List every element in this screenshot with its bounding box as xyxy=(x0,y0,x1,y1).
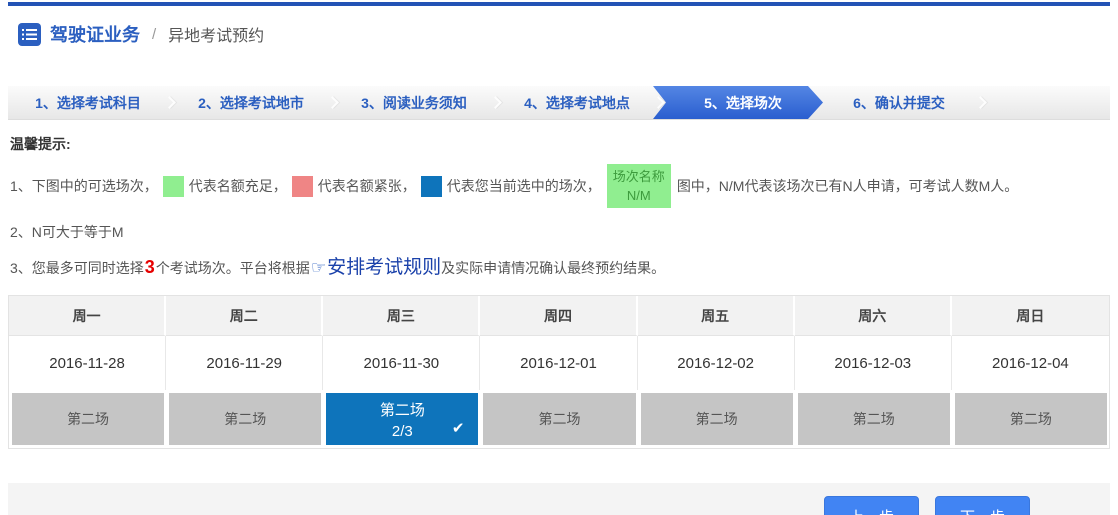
chevron-right-icon xyxy=(326,96,339,109)
check-icon: ✔ xyxy=(452,419,465,437)
list-icon xyxy=(18,23,41,46)
next-step-button[interactable]: 下一步 xyxy=(935,496,1030,515)
session-calendar: 周一 周二 周三 周四 周五 周六 周日 2016-11-28 2016-11-… xyxy=(8,295,1110,449)
weekday-header: 周一 xyxy=(9,296,166,336)
weekday-header: 周四 xyxy=(480,296,637,336)
session-cell-sat[interactable]: 第二场 xyxy=(798,393,950,445)
chevron-right-icon xyxy=(163,96,176,109)
date-row: 2016-11-28 2016-11-29 2016-11-30 2016-12… xyxy=(9,336,1109,390)
tips-line-1: 1、下图中的可选场次， 代表名额充足， 代表名额紧张， 代表您当前选中的场次， … xyxy=(10,164,1108,208)
legend-red-swatch xyxy=(292,176,313,197)
session-cell-sun[interactable]: 第二场 xyxy=(955,393,1107,445)
legend-blue-swatch xyxy=(421,176,442,197)
weekday-header-row: 周一 周二 周三 周四 周五 周六 周日 xyxy=(9,296,1109,336)
tab-step-6[interactable]: 6、确认并提交 xyxy=(825,86,973,119)
breadcrumb: 驾驶证业务 / 异地考试预约 xyxy=(8,6,1110,62)
session-cell-tue[interactable]: 第二场 xyxy=(169,393,321,445)
sample-box-title: 场次名称 xyxy=(613,169,665,184)
sample-box-ratio: N/M xyxy=(627,188,651,203)
tips-line3-text: 3、您最多可同时选择 xyxy=(10,260,144,276)
session-name-sample-box: 场次名称 N/M xyxy=(607,164,671,208)
tips-line3-text2: 个考试场次。平台将根据 xyxy=(156,260,310,276)
tips-line-2: 2、N可大于等于M xyxy=(10,221,1108,243)
weekday-header: 周六 xyxy=(795,296,952,336)
breadcrumb-section[interactable]: 驾驶证业务 xyxy=(50,21,140,47)
legend-green-label: 代表名额充足， xyxy=(189,176,287,196)
tab-step-1[interactable]: 1、选择考试科目 xyxy=(14,86,162,119)
tips-line3-text3: 及实际申请情况确认最终预约结果。 xyxy=(441,260,665,276)
tips-line1-text: 1、下图中的可选场次， xyxy=(10,176,158,196)
tab-step-2[interactable]: 2、选择考试地市 xyxy=(177,86,325,119)
date-cell: 2016-12-04 xyxy=(952,336,1109,390)
legend-red-label: 代表名额紧张， xyxy=(318,176,416,196)
tips-line1-text-end: 图中，N/M代表该场次已有N人申请，可考试人数M人。 xyxy=(677,176,1018,196)
date-cell: 2016-11-30 xyxy=(323,336,480,390)
weekday-header: 周五 xyxy=(638,296,795,336)
page-title: 异地考试预约 xyxy=(168,22,264,46)
tab-step-3[interactable]: 3、阅读业务须知 xyxy=(340,86,488,119)
tab-step-4[interactable]: 4、选择考试地点 xyxy=(503,86,651,119)
date-cell: 2016-12-02 xyxy=(638,336,795,390)
tips-title: 温馨提示: xyxy=(10,134,1108,154)
session-cell-wed-selected[interactable]: 第二场 2/3 ✔ xyxy=(326,393,478,445)
action-footer: 上一步 下一步 xyxy=(8,483,1110,515)
session-count: 2/3 xyxy=(392,423,413,440)
tips-panel: 温馨提示: 1、下图中的可选场次， 代表名额充足， 代表名额紧张， 代表您当前选… xyxy=(8,120,1110,279)
date-cell: 2016-11-29 xyxy=(166,336,323,390)
weekday-header: 周三 xyxy=(323,296,480,336)
session-label: 第二场 xyxy=(380,399,425,420)
chevron-right-icon xyxy=(974,96,987,109)
legend-blue-label: 代表您当前选中的场次， xyxy=(447,176,601,196)
legend-green-swatch xyxy=(163,176,184,197)
pointer-hand-icon: ☞ xyxy=(311,257,326,279)
session-cell-thu[interactable]: 第二场 xyxy=(483,393,635,445)
chevron-right-icon xyxy=(489,96,502,109)
date-cell: 2016-11-28 xyxy=(9,336,166,390)
date-cell: 2016-12-03 xyxy=(795,336,952,390)
page: 驾驶证业务 / 异地考试预约 1、选择考试科目 2、选择考试地市 3、阅读业务须… xyxy=(0,2,1118,515)
session-cell-mon[interactable]: 第二场 xyxy=(12,393,164,445)
session-row: 第二场 第二场 第二场 2/3 ✔ 第二场 第二场 第二场 第二场 xyxy=(9,390,1109,448)
max-select-count: 3 xyxy=(144,257,156,277)
step-tabs: 1、选择考试科目 2、选择考试地市 3、阅读业务须知 4、选择考试地点 5、选择… xyxy=(8,86,1110,120)
prev-step-button[interactable]: 上一步 xyxy=(824,496,919,515)
weekday-header: 周日 xyxy=(952,296,1109,336)
exam-rules-link[interactable]: 安排考试规则 xyxy=(327,257,441,278)
session-cell-fri[interactable]: 第二场 xyxy=(641,393,793,445)
date-cell: 2016-12-01 xyxy=(480,336,637,390)
tab-step-5-active[interactable]: 5、选择场次 xyxy=(653,86,823,119)
breadcrumb-separator: / xyxy=(152,26,156,43)
weekday-header: 周二 xyxy=(166,296,323,336)
tips-line-3: 3、您最多可同时选择3个考试场次。平台将根据☞安排考试规则及实际申请情况确认最终… xyxy=(10,256,1108,279)
